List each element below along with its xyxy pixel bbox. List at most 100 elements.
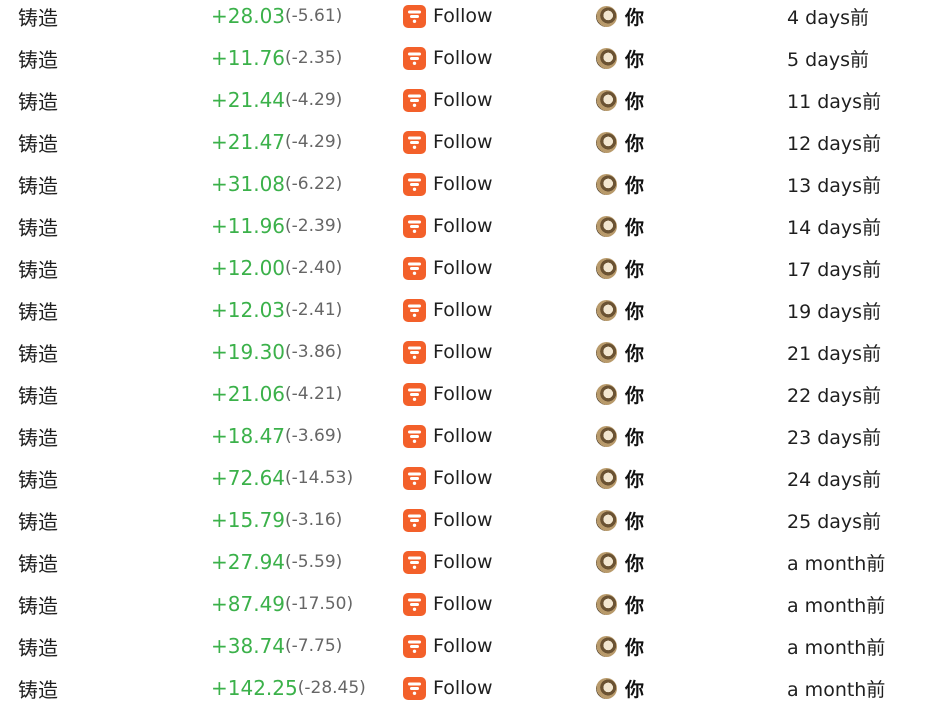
source-link[interactable]: Follow <box>403 625 493 667</box>
avatar-icon <box>596 467 617 489</box>
transaction-amount: +11.96 (-2.39) <box>211 205 342 247</box>
follow-logo-icon <box>403 130 426 154</box>
follow-logo-icon <box>403 466 426 490</box>
fee-value: (-5.61) <box>285 6 343 26</box>
source-link[interactable]: Follow <box>403 331 493 373</box>
source-link[interactable]: Follow <box>403 247 493 289</box>
follow-logo-icon <box>403 214 426 238</box>
transaction-type: 铸造 <box>18 47 58 72</box>
transaction-time: 11 days前 <box>787 90 882 113</box>
source-link[interactable]: Follow <box>403 415 493 457</box>
user-link[interactable]: 你 <box>596 163 644 205</box>
transaction-time: 4 days前 <box>787 6 869 29</box>
user-link[interactable]: 你 <box>596 373 644 415</box>
user-link[interactable]: 你 <box>596 79 644 121</box>
follow-logo-icon <box>403 172 426 196</box>
transaction-time: a month前 <box>787 636 886 659</box>
amount-value: +11.76 <box>211 46 286 70</box>
source-label: Follow <box>433 173 493 195</box>
transaction-time: 25 days前 <box>787 510 882 533</box>
user-name: 你 <box>625 426 645 449</box>
follow-logo-icon <box>403 676 426 700</box>
user-link[interactable]: 你 <box>596 331 644 373</box>
user-name: 你 <box>625 258 645 281</box>
transaction-amount: +12.03 (-2.41) <box>211 289 342 331</box>
source-link[interactable]: Follow <box>403 37 493 79</box>
user-link[interactable]: 你 <box>596 415 644 457</box>
source-label: Follow <box>433 677 493 699</box>
user-link[interactable]: 你 <box>596 0 644 37</box>
amount-value: +19.30 <box>211 340 286 364</box>
source-link[interactable]: Follow <box>403 163 493 205</box>
fee-value: (-14.53) <box>285 468 354 488</box>
avatar-icon <box>596 341 617 363</box>
follow-logo-icon <box>403 634 426 658</box>
avatar-icon <box>596 47 617 69</box>
source-link[interactable]: Follow <box>403 373 493 415</box>
avatar-icon <box>596 425 617 447</box>
source-link[interactable]: Follow <box>403 121 493 163</box>
amount-value: +12.03 <box>211 298 286 322</box>
user-name: 你 <box>625 384 645 407</box>
table-row: 铸造 +72.64 (-14.53) Follow 你 24 days前 <box>0 457 943 499</box>
source-label: Follow <box>433 341 493 363</box>
fee-value: (-4.29) <box>285 90 343 110</box>
user-link[interactable]: 你 <box>596 625 644 667</box>
user-link[interactable]: 你 <box>596 247 644 289</box>
fee-value: (-2.39) <box>285 216 343 236</box>
fee-value: (-3.69) <box>285 426 343 446</box>
user-name: 你 <box>625 216 645 239</box>
table-row: 铸造 +11.96 (-2.39) Follow 你 14 days前 <box>0 205 943 247</box>
amount-value: +21.06 <box>211 382 286 406</box>
follow-logo-icon <box>403 256 426 280</box>
follow-logo-icon <box>403 88 426 112</box>
source-link[interactable]: Follow <box>403 0 493 37</box>
table-row: 铸造 +38.74 (-7.75) Follow 你 a month前 <box>0 625 943 667</box>
source-link[interactable]: Follow <box>403 457 493 499</box>
user-link[interactable]: 你 <box>596 205 644 247</box>
follow-logo-icon <box>403 508 426 532</box>
user-name: 你 <box>625 468 645 491</box>
user-name: 你 <box>625 510 645 533</box>
source-link[interactable]: Follow <box>403 79 493 121</box>
user-link[interactable]: 你 <box>596 289 644 331</box>
avatar-icon <box>596 173 617 195</box>
transaction-amount: +21.06 (-4.21) <box>211 373 342 415</box>
source-link[interactable]: Follow <box>403 583 493 625</box>
transaction-amount: +18.47 (-3.69) <box>211 415 342 457</box>
table-row: 铸造 +15.79 (-3.16) Follow 你 25 days前 <box>0 499 943 541</box>
transaction-time: 19 days前 <box>787 300 882 323</box>
transaction-time: 5 days前 <box>787 48 869 71</box>
user-link[interactable]: 你 <box>596 499 644 541</box>
avatar-icon <box>596 215 617 237</box>
source-link[interactable]: Follow <box>403 499 493 541</box>
fee-value: (-6.22) <box>285 174 343 194</box>
transaction-time: 17 days前 <box>787 258 882 281</box>
follow-logo-icon <box>403 382 426 406</box>
user-name: 你 <box>625 636 645 659</box>
transaction-type: 铸造 <box>18 257 58 282</box>
avatar-icon <box>596 593 617 615</box>
source-label: Follow <box>433 131 493 153</box>
source-label: Follow <box>433 299 493 321</box>
user-link[interactable]: 你 <box>596 37 644 79</box>
amount-value: +38.74 <box>211 634 286 658</box>
source-link[interactable]: Follow <box>403 205 493 247</box>
transaction-time: 23 days前 <box>787 426 882 449</box>
fee-value: (-2.41) <box>285 300 343 320</box>
transaction-amount: +12.00 (-2.40) <box>211 247 342 289</box>
user-link[interactable]: 你 <box>596 541 644 583</box>
source-label: Follow <box>433 257 493 279</box>
fee-value: (-7.75) <box>285 636 343 656</box>
source-link[interactable]: Follow <box>403 289 493 331</box>
source-link[interactable]: Follow <box>403 541 493 583</box>
user-link[interactable]: 你 <box>596 121 644 163</box>
user-link[interactable]: 你 <box>596 457 644 499</box>
source-label: Follow <box>433 5 493 27</box>
source-label: Follow <box>433 425 493 447</box>
follow-logo-icon <box>403 592 426 616</box>
fee-value: (-5.59) <box>285 552 343 572</box>
user-link[interactable]: 你 <box>596 583 644 625</box>
follow-logo-icon <box>403 340 426 364</box>
table-row: 铸造 +31.08 (-6.22) Follow 你 13 days前 <box>0 163 943 205</box>
